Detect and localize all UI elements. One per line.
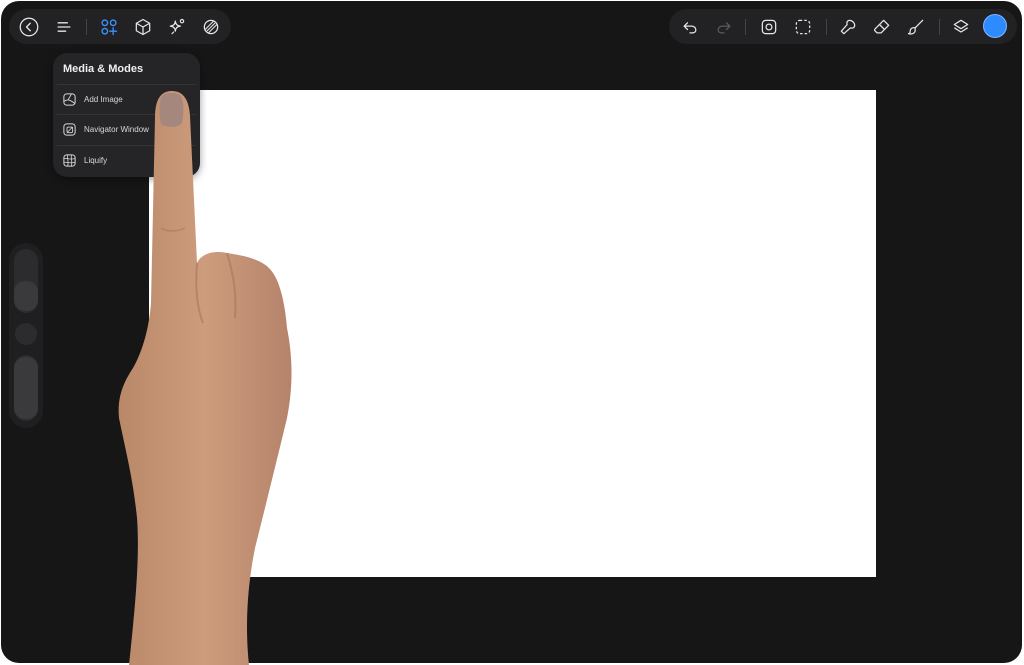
symmetry-button[interactable] bbox=[198, 14, 224, 40]
menu-divider bbox=[57, 84, 196, 85]
liquify-grid-icon bbox=[61, 152, 77, 168]
brush-icon bbox=[907, 19, 924, 35]
menu-item-label: Liquify bbox=[84, 155, 108, 165]
gallery-menu-button[interactable] bbox=[51, 14, 77, 40]
smudge-button[interactable] bbox=[835, 14, 861, 40]
media-modes-button[interactable] bbox=[96, 14, 122, 40]
pointing-hand-image bbox=[118, 91, 292, 665]
left-toolbar bbox=[9, 9, 231, 44]
toolbar-divider bbox=[826, 19, 827, 35]
cube-icon bbox=[135, 18, 151, 36]
add-image-icon bbox=[61, 91, 77, 107]
undo-button[interactable] bbox=[677, 14, 703, 40]
opacity-slider[interactable] bbox=[14, 355, 38, 421]
eraser-icon bbox=[873, 19, 890, 34]
effects-button[interactable] bbox=[164, 14, 190, 40]
back-button[interactable] bbox=[16, 14, 42, 40]
shapes-plus-icon bbox=[101, 19, 118, 36]
overlap-circles-icon bbox=[203, 19, 219, 35]
dashed-selection-icon bbox=[795, 19, 811, 35]
undo-icon bbox=[683, 22, 697, 34]
brush-size-thumb[interactable] bbox=[14, 281, 38, 311]
transform-icon bbox=[761, 19, 777, 35]
right-toolbar bbox=[669, 9, 1017, 44]
menu-lines-icon bbox=[57, 22, 71, 32]
toolbar-divider bbox=[939, 19, 940, 35]
redo-button[interactable] bbox=[711, 14, 737, 40]
modify-button[interactable] bbox=[15, 323, 37, 345]
fingernail-shape bbox=[159, 93, 184, 127]
sparkle-icon bbox=[169, 18, 185, 35]
redo-icon bbox=[717, 22, 731, 34]
brush-size-slider[interactable] bbox=[14, 249, 38, 313]
chevron-left-icon bbox=[19, 17, 39, 37]
menu-title: Media & Modes bbox=[63, 63, 144, 75]
eraser-button[interactable] bbox=[869, 14, 895, 40]
color-picker-button[interactable] bbox=[983, 14, 1007, 38]
layers-icon bbox=[953, 19, 969, 33]
layers-button[interactable] bbox=[948, 14, 974, 40]
sidebar-sliders bbox=[9, 243, 43, 428]
navigator-icon bbox=[61, 121, 77, 137]
opacity-thumb[interactable] bbox=[14, 357, 38, 419]
selection-button[interactable] bbox=[790, 14, 816, 40]
smudge-icon bbox=[840, 19, 856, 35]
transform-button[interactable] bbox=[756, 14, 782, 40]
toolbar-divider bbox=[86, 19, 87, 35]
3d-button[interactable] bbox=[130, 14, 156, 40]
toolbar-divider bbox=[745, 19, 746, 35]
brush-button[interactable] bbox=[903, 14, 929, 40]
